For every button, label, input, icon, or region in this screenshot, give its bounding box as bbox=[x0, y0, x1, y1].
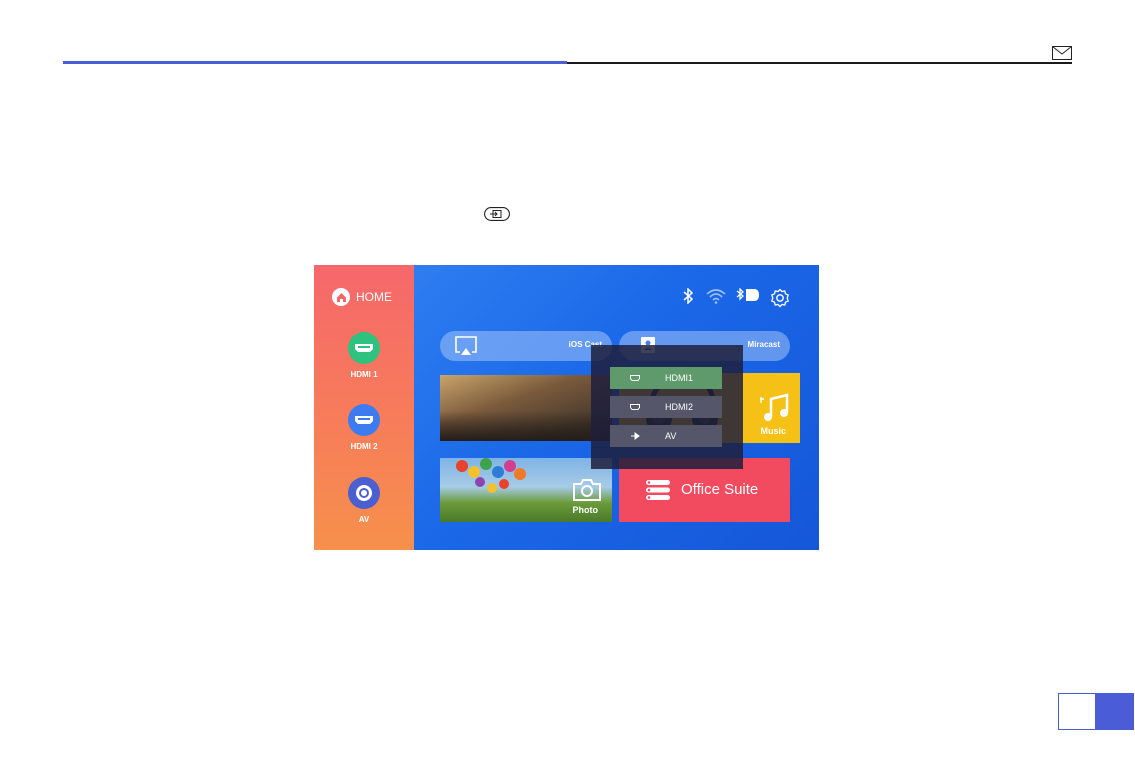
hdmi-icon bbox=[630, 375, 640, 381]
input-source-menu: HDMI1 HDMI2 AV bbox=[591, 345, 743, 469]
ios-cast-button[interactable]: iOS Cast bbox=[440, 331, 612, 361]
list-icon bbox=[646, 480, 670, 500]
input-source-key-icon bbox=[484, 207, 510, 221]
hdmi-icon bbox=[630, 404, 640, 410]
home-label: HOME bbox=[356, 290, 392, 304]
wifi-icon[interactable] bbox=[705, 288, 727, 304]
office-suite-label: Office Suite bbox=[681, 481, 759, 498]
photo-tile[interactable]: Photo bbox=[440, 458, 612, 522]
menu-option-label: HDMI2 bbox=[665, 402, 694, 412]
hdmi-icon bbox=[348, 404, 380, 436]
menu-option-label: HDMI1 bbox=[665, 373, 694, 383]
menu-option-hdmi1[interactable]: HDMI1 bbox=[610, 367, 722, 389]
music-label: Music bbox=[760, 426, 786, 436]
source-label: HDMI 1 bbox=[350, 370, 378, 379]
menu-option-label: AV bbox=[665, 431, 677, 441]
av-icon bbox=[348, 477, 380, 509]
source-label: HDMI 2 bbox=[350, 442, 378, 451]
source-av[interactable]: AV bbox=[314, 477, 414, 524]
bluetooth-speaker-icon[interactable] bbox=[736, 288, 760, 302]
video-thumbnail bbox=[440, 411, 612, 441]
page-box-current[interactable] bbox=[1096, 693, 1134, 730]
source-sidebar: HOME HDMI 1 HDMI 2 AV bbox=[314, 265, 414, 550]
home-main-panel: iOS Cast Miracast Music Photo Office Sui… bbox=[414, 265, 819, 550]
airplay-icon bbox=[455, 336, 477, 355]
source-hdmi-2[interactable]: HDMI 2 bbox=[314, 404, 414, 451]
camera-icon bbox=[573, 479, 601, 501]
bluetooth-icon[interactable] bbox=[681, 288, 695, 304]
gear-icon[interactable] bbox=[770, 288, 790, 308]
projector-home-screen: HOME HDMI 1 HDMI 2 AV iOS Cast Miracast … bbox=[314, 265, 819, 550]
mail-icon[interactable] bbox=[1052, 46, 1072, 60]
page-box-previous[interactable] bbox=[1058, 693, 1096, 730]
header-rule-accent bbox=[63, 61, 567, 64]
av-icon bbox=[630, 432, 640, 440]
balloons-image bbox=[456, 458, 526, 493]
menu-option-hdmi2[interactable]: HDMI2 bbox=[610, 396, 722, 418]
video-tile[interactable] bbox=[440, 375, 612, 441]
music-note-icon bbox=[760, 393, 789, 421]
header-rule bbox=[567, 62, 1072, 64]
source-label: AV bbox=[358, 515, 370, 524]
source-hdmi-1[interactable]: HDMI 1 bbox=[314, 332, 414, 379]
miracast-label: Miracast bbox=[747, 340, 780, 349]
photo-label: Photo bbox=[572, 505, 599, 515]
hdmi-icon bbox=[348, 332, 380, 364]
home-icon bbox=[332, 288, 350, 306]
home-button[interactable]: HOME bbox=[332, 288, 392, 306]
menu-option-av[interactable]: AV bbox=[610, 425, 722, 447]
